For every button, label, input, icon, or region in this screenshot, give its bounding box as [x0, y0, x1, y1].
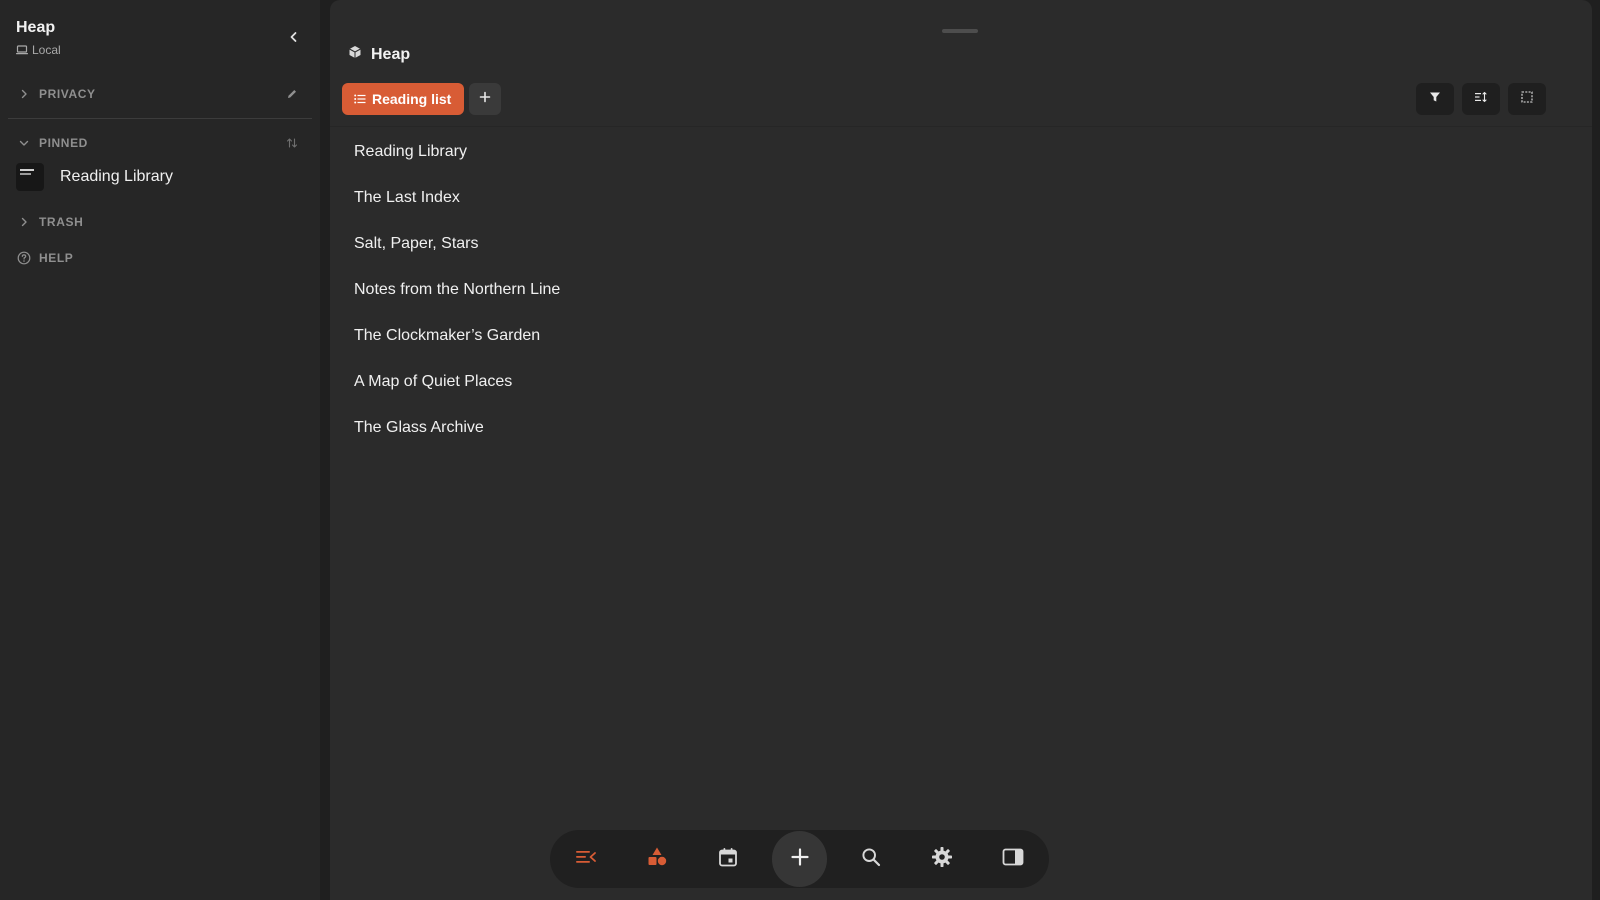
bottom-dock	[550, 830, 1049, 888]
section-help-label: HELP	[39, 251, 74, 265]
section-privacy[interactable]: PRIVACY	[16, 83, 306, 105]
main-panel: Heap Reading list Reading Library The La…	[330, 0, 1592, 900]
laptop-icon	[16, 45, 28, 55]
filter-button[interactable]	[1416, 83, 1454, 115]
list-item[interactable]: The Glass Archive	[342, 408, 1542, 448]
pinned-item-thumbnail	[16, 163, 44, 191]
drag-handle[interactable]	[942, 29, 978, 33]
timeline-icon	[575, 848, 597, 871]
view-options-button[interactable]	[1508, 83, 1546, 115]
chevron-down-icon	[16, 135, 32, 151]
chevron-right-icon	[16, 86, 32, 102]
sidebar-divider	[8, 118, 312, 119]
plus-icon	[479, 90, 491, 108]
edit-pencil-icon[interactable]	[284, 86, 300, 102]
gear-icon	[931, 846, 953, 873]
search-icon	[861, 847, 881, 872]
shapes-icon	[646, 846, 668, 873]
view-tabs: Reading list	[342, 83, 502, 115]
panel-icon	[1002, 848, 1024, 871]
list-item[interactable]: The Last Index	[342, 178, 1542, 218]
list-item[interactable]: A Map of Quiet Places	[342, 362, 1542, 402]
cube-icon	[348, 45, 362, 64]
item-list: Reading Library The Last Index Salt, Pap…	[330, 126, 1592, 900]
section-privacy-label: PRIVACY	[39, 87, 96, 101]
list-item[interactable]: Notes from the Northern Line	[342, 270, 1542, 310]
timeline-button[interactable]	[550, 830, 621, 888]
tab-reading-list-label: Reading list	[372, 91, 452, 107]
plus-icon	[790, 847, 810, 872]
section-pinned[interactable]: PINNED	[16, 132, 306, 154]
app-window: Heap Local PRIVACY PINNED Reading Librar…	[0, 0, 1600, 900]
list-item[interactable]: Salt, Paper, Stars	[342, 224, 1542, 264]
toggle-panel-button[interactable]	[978, 830, 1049, 888]
sort-icon	[1474, 90, 1488, 108]
settings-button[interactable]	[906, 830, 977, 888]
list-item[interactable]: Reading Library	[342, 132, 1542, 172]
calendar-button[interactable]	[693, 830, 764, 888]
section-pinned-label: PINNED	[39, 136, 88, 150]
space-title: Heap	[371, 45, 411, 63]
view-options-icon	[1521, 90, 1533, 108]
workspace-location-label: Local	[32, 43, 61, 57]
view-tools	[1416, 83, 1546, 115]
filter-icon	[1429, 90, 1441, 108]
reorder-icon[interactable]	[284, 135, 300, 151]
create-new-button[interactable]	[771, 831, 828, 887]
list-icon	[354, 91, 366, 107]
workspace-name[interactable]: Heap	[16, 19, 55, 37]
section-help[interactable]: HELP	[16, 247, 306, 269]
space-header: Heap	[348, 45, 410, 64]
help-circle-icon	[16, 250, 32, 266]
section-trash[interactable]: TRASH	[16, 211, 306, 233]
list-item[interactable]: The Clockmaker’s Garden	[342, 316, 1542, 356]
sort-button[interactable]	[1462, 83, 1500, 115]
sidebar: Heap Local PRIVACY PINNED Reading Librar…	[0, 0, 320, 900]
tab-reading-list[interactable]: Reading list	[342, 83, 465, 115]
pinned-item-reading-library[interactable]: Reading Library	[16, 163, 306, 191]
collapse-sidebar-button[interactable]	[282, 27, 306, 51]
chevron-right-icon	[16, 214, 32, 230]
workspace-location: Local	[16, 43, 61, 57]
search-button[interactable]	[835, 830, 906, 888]
calendar-icon	[718, 847, 738, 872]
chevron-left-icon	[288, 30, 300, 48]
section-trash-label: TRASH	[39, 215, 84, 229]
add-view-button[interactable]	[469, 83, 502, 115]
shapes-button[interactable]	[621, 830, 692, 888]
pinned-item-label: Reading Library	[60, 168, 173, 185]
